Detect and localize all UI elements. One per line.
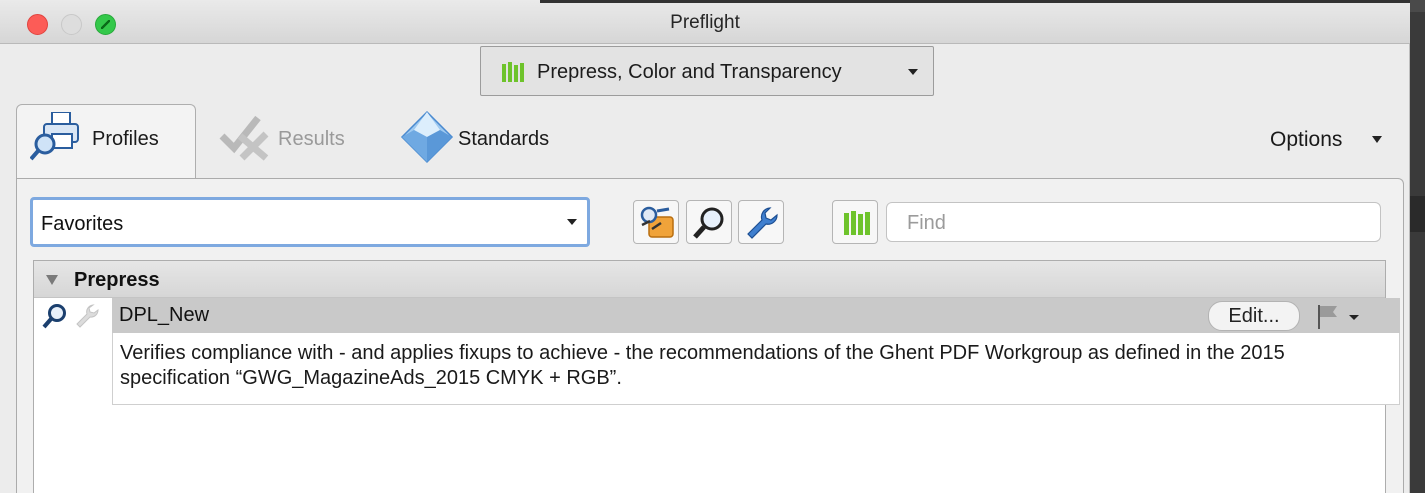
magnifier-icon bbox=[693, 207, 724, 239]
diamond-icon bbox=[400, 110, 454, 164]
fixup-wand-icon bbox=[640, 206, 674, 238]
tab-profiles[interactable]: Profiles bbox=[30, 112, 200, 168]
group-row-prepress[interactable]: Prepress bbox=[34, 261, 1385, 298]
favorites-dropdown[interactable]: Favorites bbox=[30, 197, 590, 247]
window-title: Preflight bbox=[670, 12, 740, 33]
profile-row-icons bbox=[42, 303, 112, 329]
fixups-button[interactable] bbox=[738, 200, 784, 244]
printer-magnifier-icon bbox=[30, 112, 79, 161]
disclosure-triangle-icon[interactable] bbox=[46, 275, 58, 285]
chevron-down-icon bbox=[908, 69, 918, 75]
green-bars-icon bbox=[502, 62, 524, 82]
library-button[interactable] bbox=[832, 200, 878, 244]
list-item[interactable]: DPL_New Edit... bbox=[112, 298, 1400, 333]
magnifier-icon[interactable] bbox=[42, 303, 68, 329]
wrench-icon bbox=[747, 207, 778, 239]
profile-description-text: Verifies compliance with - and applies f… bbox=[120, 342, 1285, 389]
preflight-window: Preflight Prepress, Color and Transparen… bbox=[0, 0, 1410, 493]
title-bar-edge bbox=[540, 0, 1410, 3]
search-input[interactable] bbox=[907, 212, 1367, 235]
profile-name: DPL_New bbox=[119, 304, 210, 326]
tab-results[interactable]: Results bbox=[218, 112, 378, 168]
green-bars-icon bbox=[844, 211, 870, 235]
chevron-down-icon[interactable] bbox=[1372, 136, 1382, 143]
options-menu[interactable]: Options bbox=[1270, 128, 1342, 152]
inspect-button[interactable] bbox=[686, 200, 732, 244]
tab-standards-label: Standards bbox=[458, 128, 550, 150]
fixup-wand-button[interactable] bbox=[633, 200, 679, 244]
wrench-icon[interactable] bbox=[74, 303, 100, 329]
profile-dropdown-label: Prepress, Color and Transparency bbox=[537, 61, 842, 83]
group-label: Prepress bbox=[74, 269, 160, 291]
edit-button[interactable]: Edit... bbox=[1208, 301, 1300, 331]
tab-standards[interactable]: Standards bbox=[400, 110, 590, 168]
favorites-dropdown-label: Favorites bbox=[41, 213, 124, 235]
background-edge-top bbox=[1410, 0, 1425, 12]
profile-description: Verifies compliance with - and applies f… bbox=[112, 333, 1400, 405]
title-bar[interactable]: Preflight bbox=[0, 0, 1410, 44]
search-field[interactable] bbox=[886, 202, 1381, 242]
profile-dropdown[interactable]: Prepress, Color and Transparency bbox=[480, 46, 934, 96]
flag-icon[interactable] bbox=[1315, 301, 1365, 331]
tab-results-label: Results bbox=[278, 128, 345, 150]
tab-profiles-label: Profiles bbox=[92, 128, 159, 150]
chevron-down-icon bbox=[567, 219, 577, 225]
background-window-edge bbox=[1410, 0, 1425, 493]
profiles-list: Prepress DPL_New Edit... Verifies compli… bbox=[33, 260, 1400, 493]
checkmark-cross-icon bbox=[219, 115, 269, 161]
background-edge-mid bbox=[1410, 196, 1425, 232]
